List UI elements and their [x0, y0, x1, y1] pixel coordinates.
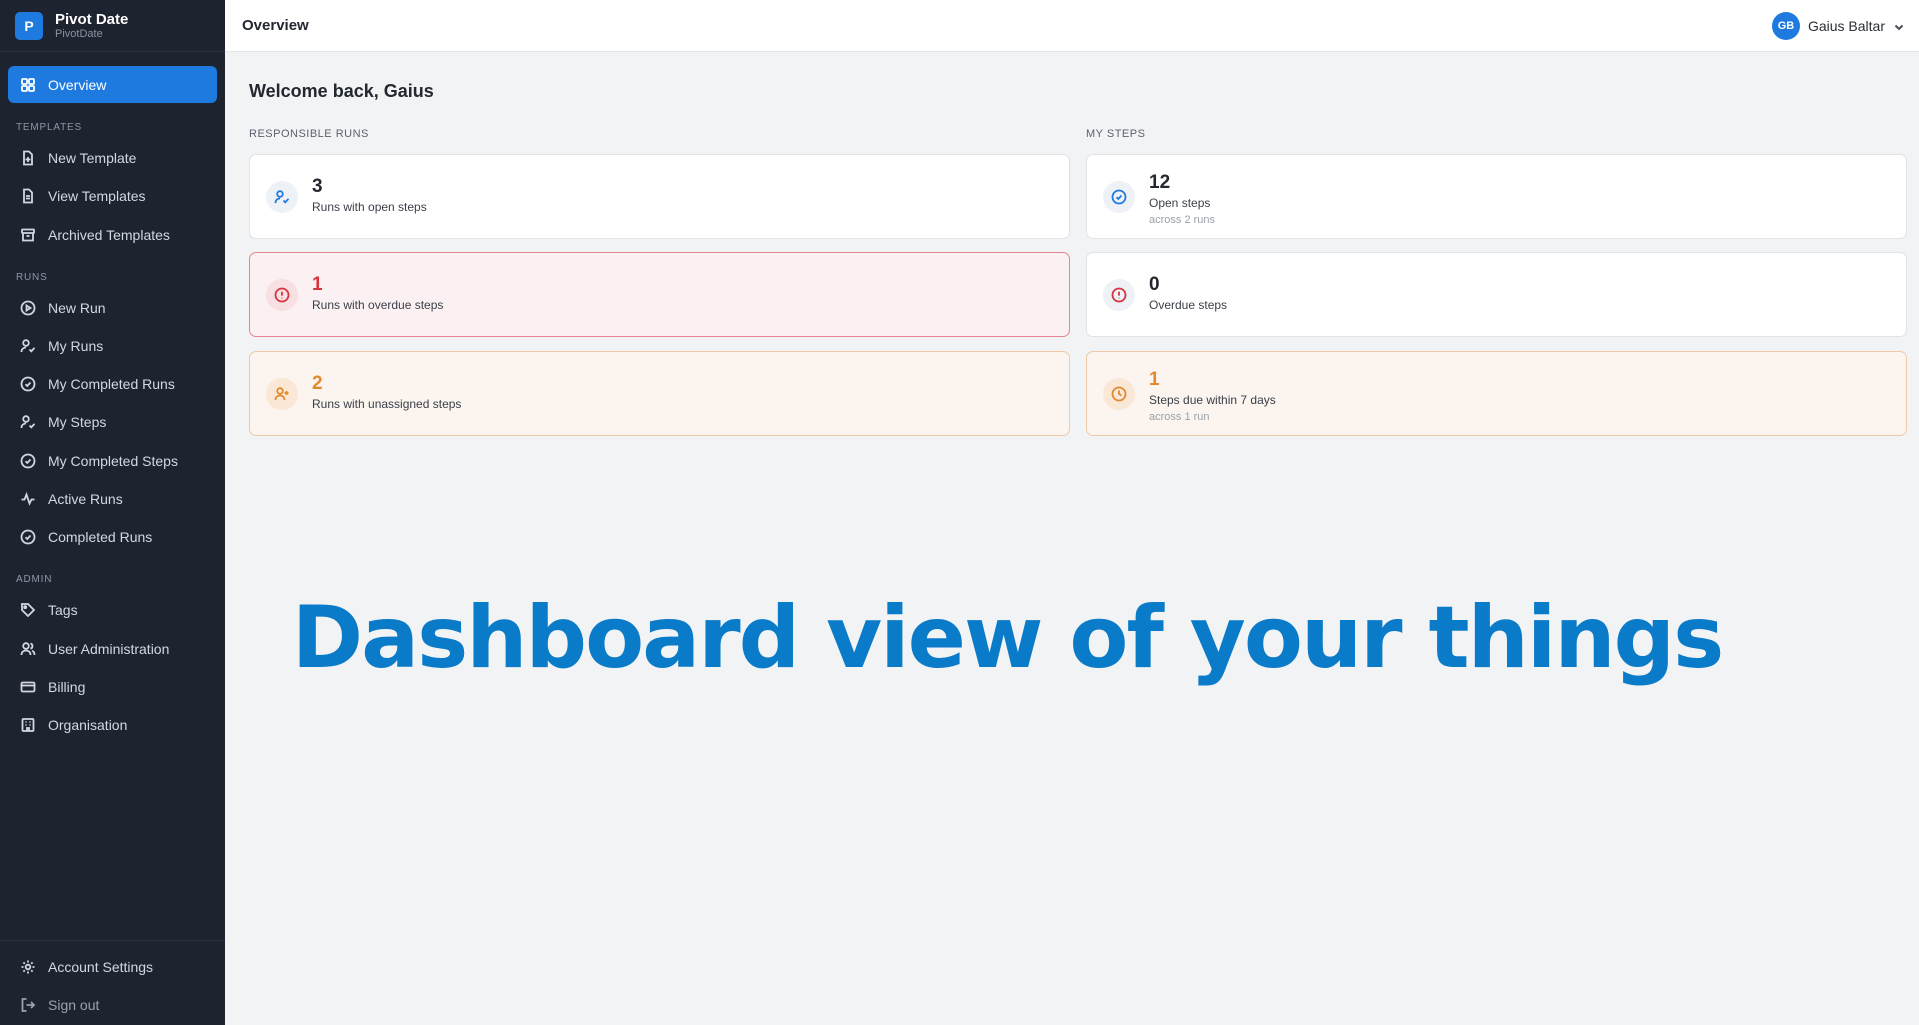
- stat-value: 12: [1149, 172, 1171, 194]
- user-name: Gaius Baltar: [1807, 17, 1885, 34]
- sidebar-item-my-completed-steps[interactable]: My Completed Steps: [8, 443, 217, 479]
- card-overdue-steps[interactable]: 0 Overdue steps: [1086, 252, 1907, 337]
- stat-label: Runs with unassigned steps: [312, 396, 462, 411]
- sidebar-item-label: User Administration: [48, 640, 170, 657]
- stat-value: 1: [312, 274, 323, 296]
- user-check-icon: [20, 338, 36, 354]
- stat-label: Runs with open steps: [312, 199, 427, 214]
- card-runs-open-steps[interactable]: 3 Runs with open steps: [249, 154, 1070, 239]
- section-label-runs: RUNS: [16, 271, 48, 283]
- tag-icon: [20, 602, 36, 618]
- card-runs-unassigned-steps[interactable]: 2 Runs with unassigned steps: [249, 351, 1070, 436]
- file-text-icon: [20, 188, 36, 204]
- sidebar-item-archived-templates[interactable]: Archived Templates: [8, 217, 217, 253]
- sidebar: P Pivot Date PivotDate Overview TEMPLATE…: [0, 0, 225, 1025]
- building-icon: [20, 717, 36, 733]
- brand-logo: P: [15, 11, 43, 40]
- card-steps-due-soon[interactable]: 1 Steps due within 7 days across 1 run: [1086, 351, 1907, 436]
- user-check-icon: [266, 180, 298, 213]
- sidebar-item-my-steps[interactable]: My Steps: [8, 404, 217, 440]
- section-label-templates: TEMPLATES: [16, 122, 82, 133]
- sidebar-item-my-runs[interactable]: My Runs: [8, 328, 217, 364]
- sidebar-item-label: Billing: [48, 678, 86, 695]
- archive-icon: [20, 227, 36, 243]
- activity-icon: [20, 491, 36, 507]
- sidebar-item-active-runs[interactable]: Active Runs: [8, 481, 217, 517]
- user-plus-icon: [266, 377, 298, 410]
- chevron-down-icon: [1893, 20, 1905, 32]
- welcome-heading: Welcome back, Gaius: [249, 81, 434, 101]
- sidebar-item-tags[interactable]: Tags: [8, 592, 217, 628]
- main-content: Welcome back, Gaius RESPONSIBLE RUNS MY …: [225, 53, 1919, 1025]
- sidebar-item-label: My Steps: [48, 414, 107, 431]
- sidebar-item-completed-runs[interactable]: Completed Runs: [8, 519, 217, 555]
- stat-label: Runs with overdue steps: [312, 297, 444, 312]
- clock-icon: [1103, 377, 1135, 410]
- avatar: GB: [1771, 11, 1800, 40]
- credit-card-icon: [20, 679, 36, 695]
- stat-value: 0: [1149, 274, 1160, 296]
- my-steps-label: MY STEPS: [1086, 128, 1146, 140]
- sidebar-item-label: Completed Runs: [48, 529, 153, 546]
- sign-out-icon: [20, 997, 36, 1013]
- sidebar-item-billing[interactable]: Billing: [8, 669, 217, 705]
- stat-sublabel: across 2 runs: [1149, 213, 1216, 226]
- sidebar-item-label: Active Runs: [48, 491, 123, 508]
- stat-label: Steps due within 7 days: [1149, 392, 1276, 407]
- stat-sublabel: across 1 run: [1149, 410, 1210, 423]
- sidebar-item-label: Tags: [48, 602, 78, 619]
- brand-name: Pivot Date: [55, 10, 129, 28]
- check-circle-icon: [1103, 180, 1135, 213]
- responsible-runs-label: RESPONSIBLE RUNS: [249, 128, 369, 140]
- sidebar-item-label: New Run: [48, 299, 106, 316]
- sidebar-item-new-template[interactable]: New Template: [8, 140, 217, 176]
- top-header: Overview GB Gaius Baltar: [225, 0, 1919, 52]
- sidebar-footer: Account Settings Sign out: [0, 940, 225, 1025]
- check-circle-icon: [20, 376, 36, 392]
- file-plus-icon: [20, 150, 36, 166]
- sidebar-item-label: Sign out: [48, 997, 100, 1013]
- stat-value: 3: [312, 176, 323, 198]
- page-title: Overview: [242, 17, 309, 34]
- sidebar-item-label: View Templates: [48, 188, 146, 205]
- card-runs-overdue-steps[interactable]: 1 Runs with overdue steps: [249, 252, 1070, 337]
- alert-circle-icon: [1103, 278, 1135, 311]
- sidebar-item-my-completed-runs[interactable]: My Completed Runs: [8, 366, 217, 402]
- sidebar-item-label: My Completed Runs: [48, 376, 175, 393]
- sidebar-item-label: My Runs: [48, 337, 104, 354]
- sidebar-item-user-administration[interactable]: User Administration: [8, 631, 217, 667]
- gear-icon: [20, 959, 36, 975]
- stat-value: 2: [312, 373, 323, 395]
- card-open-steps[interactable]: 12 Open steps across 2 runs: [1086, 154, 1907, 239]
- sidebar-item-new-run[interactable]: New Run: [8, 290, 217, 326]
- brand[interactable]: P Pivot Date PivotDate: [0, 0, 225, 52]
- sidebar-item-label: Account Settings: [48, 959, 154, 975]
- stat-label: Open steps: [1149, 195, 1211, 210]
- check-circle-icon: [20, 453, 36, 469]
- sidebar-item-label: My Completed Steps: [48, 452, 178, 469]
- sidebar-item-label: New Template: [48, 150, 137, 166]
- sidebar-item-account-settings[interactable]: Account Settings: [8, 949, 217, 985]
- section-label-admin: ADMIN: [16, 574, 53, 586]
- user-menu[interactable]: GB Gaius Baltar: [1771, 11, 1905, 40]
- sidebar-item-organisation[interactable]: Organisation: [8, 707, 217, 743]
- play-circle-icon: [20, 300, 36, 316]
- grid-icon: [20, 77, 36, 93]
- user-check-icon: [20, 414, 36, 430]
- sidebar-item-overview[interactable]: Overview: [8, 66, 217, 103]
- sidebar-item-label: Overview: [48, 76, 107, 93]
- users-icon: [20, 641, 36, 657]
- brand-org: PivotDate: [55, 27, 103, 40]
- stat-value: 1: [1149, 369, 1160, 391]
- sidebar-item-view-templates[interactable]: View Templates: [8, 178, 217, 214]
- alert-circle-icon: [266, 278, 298, 311]
- sidebar-nav: Overview TEMPLATES New Template View Tem…: [0, 52, 225, 743]
- sidebar-item-label: Archived Templates: [48, 226, 170, 243]
- sidebar-item-label: Organisation: [48, 717, 128, 734]
- check-circle-icon: [20, 529, 36, 545]
- sidebar-item-sign-out[interactable]: Sign out: [8, 987, 217, 1023]
- stat-label: Overdue steps: [1149, 297, 1228, 312]
